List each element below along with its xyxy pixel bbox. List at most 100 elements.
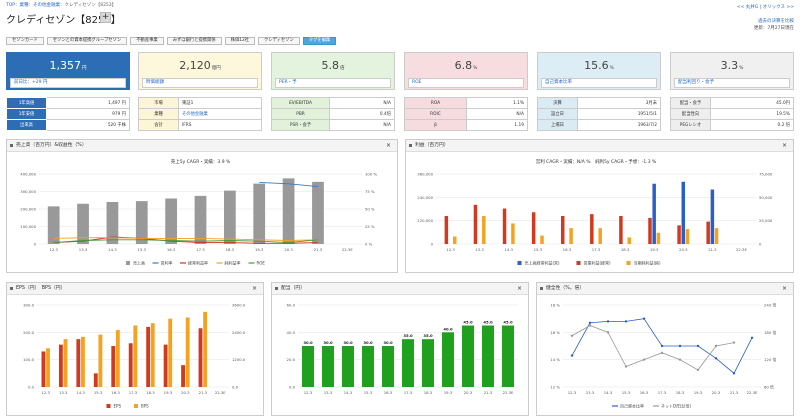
edit-tags-button[interactable]: タグを編集	[302, 37, 337, 45]
x-tick-label: 22.3E	[747, 390, 758, 395]
metrics-table-price: 1年高値 1,497 円 1年安値 979 円 出来高 520 千株	[6, 97, 130, 131]
eps-bar	[198, 328, 203, 387]
breadcrumb-top[interactable]: TOP	[6, 3, 15, 8]
y2-tick-label: 1200.0	[232, 357, 246, 362]
breadcrumb-industry[interactable]: 業種	[20, 3, 29, 8]
roe-unit: %	[473, 66, 478, 71]
x-tick-label: 21.3	[730, 390, 739, 395]
y-tick-label: 0	[431, 242, 434, 247]
x-tick-label: 13.3	[59, 390, 68, 395]
add-watchlist-button[interactable]: +	[100, 12, 111, 23]
x-tick-label: 12.3	[446, 247, 455, 252]
eps-bar	[128, 343, 133, 387]
table-row: EV/EBITDA N/A	[271, 97, 395, 109]
sales-bar	[165, 198, 178, 244]
y2-tick-label: 3600.0	[232, 303, 246, 308]
profit-bar	[502, 208, 507, 244]
table-row: β 1.19	[404, 119, 528, 131]
tag-12[interactable]: 株価12社	[224, 37, 256, 45]
sales-chart: 売上5y CAGR・実績：3.9 % 400,000 300,000 200,000 1…	[20, 158, 377, 266]
price-change: 前日比：+29 円	[10, 78, 126, 88]
profit-bar	[531, 212, 536, 244]
tag-saison-group[interactable]: セゾンとの資本提携グループセゾン	[46, 37, 128, 45]
panel-header: 健全性（%，倍） ×	[537, 283, 793, 295]
profit-bar	[473, 204, 478, 244]
tag-saison-card[interactable]: セゾンカード	[6, 37, 44, 45]
x-tick-label: 22.3E	[215, 390, 226, 395]
roe-label: ROE	[408, 78, 524, 88]
metric-value: N/A	[466, 108, 528, 120]
compare-reports-link[interactable]: 過去の決算を比較	[758, 18, 794, 24]
y-tick-label: 100,000	[20, 224, 36, 229]
prev-next-company-links[interactable]: << 丸井G | オリックス >>	[737, 4, 794, 10]
legend-swatch	[517, 261, 522, 265]
panel-header: 配当（円） ×	[272, 283, 528, 295]
y-tick-label: 300,000	[20, 189, 36, 194]
metrics-table-returns: ROA 1.1% ROIC N/A β 1.19	[404, 97, 528, 131]
series-point	[678, 358, 682, 361]
market-cap-value: 2,120	[179, 59, 211, 72]
series-point	[750, 336, 754, 339]
profit-bar	[627, 237, 632, 244]
eps-bar	[163, 344, 168, 387]
profit-bar	[706, 221, 710, 244]
series-point	[624, 365, 628, 368]
data-label: 30.0	[343, 340, 353, 345]
x-tick-label: 16.3	[111, 390, 120, 395]
x-tick-label: 20.3	[284, 247, 293, 252]
y2-tick-label: 50,000	[759, 195, 773, 200]
metric-value: 520 千株	[46, 119, 130, 131]
x-tick-label: 13.3	[79, 247, 88, 252]
close-icon[interactable]: ×	[386, 140, 391, 151]
legend-swatch	[126, 261, 130, 265]
y-tick-label: 16 %	[550, 330, 560, 335]
series-point	[732, 341, 736, 344]
profit-bar	[444, 216, 449, 244]
dividend-bar	[322, 346, 334, 387]
tag-credit-saison[interactable]: クレディセゾン	[258, 37, 300, 45]
dividend-yield-label: 配当利回り・会予	[674, 78, 790, 88]
y2-tick-label: 180 倍	[764, 330, 776, 335]
metric-label: PSR・会予	[271, 119, 330, 131]
x-tick-label: 12.3	[304, 390, 313, 395]
series-point	[696, 344, 700, 348]
tag-bar: セゾンカード セゾンとの資本提携グループセゾン 不動産事業 みずほ銀行と提携関係…	[6, 37, 337, 45]
eps-bar	[146, 326, 151, 387]
close-icon[interactable]: ×	[782, 283, 787, 294]
health-chart: 18 % 16 % 14 % 12 % 240 倍 180 倍 120 倍 60 倍 12.3 1…	[550, 303, 776, 409]
eps-bar	[76, 339, 81, 387]
metric-label: 出来高	[6, 119, 47, 131]
profit-bar	[652, 183, 656, 244]
metric-label: 市場	[138, 97, 179, 109]
x-tick-label: 18.3	[621, 247, 630, 252]
series-point	[714, 357, 718, 360]
close-icon[interactable]: ×	[782, 140, 787, 151]
close-icon[interactable]: ×	[252, 283, 257, 294]
tag-real-estate[interactable]: 不動産事業	[130, 37, 164, 45]
y-tick-label: 18 %	[550, 303, 560, 308]
series-point	[606, 331, 610, 334]
y-tick-label: 360,000	[417, 172, 433, 177]
metric-label: β	[404, 119, 467, 131]
table-row: PSR・会予 N/A	[271, 119, 395, 131]
series-point	[678, 344, 682, 348]
x-tick-label: 16.3	[384, 390, 393, 395]
industry-link[interactable]: その他金融業	[178, 108, 262, 120]
breadcrumb-sector[interactable]: その他金融業	[33, 3, 60, 8]
y-tick-label: 400,000	[20, 172, 36, 177]
metric-label: 業種	[138, 108, 179, 120]
x-tick-label: 18.3	[676, 390, 685, 395]
bps-bar	[63, 339, 68, 387]
close-icon[interactable]: ×	[517, 283, 522, 294]
y-tick-label: 200,000	[20, 207, 36, 212]
data-label: 30.0	[383, 340, 393, 345]
legend-swatch	[576, 261, 581, 265]
y-tick-label: 60.0	[287, 303, 296, 308]
legend-label: 売上高経常利益(営)	[525, 260, 561, 266]
x-tick-label: 15.3	[94, 390, 103, 395]
profit-bar	[482, 216, 486, 244]
panel-marker-icon	[409, 144, 412, 147]
tag-mizuho[interactable]: みずほ銀行と提携関係	[166, 37, 222, 45]
breadcrumb: TOP：業種：その他金融業：クレディセゾン【8253】	[6, 2, 116, 8]
series-point	[588, 324, 592, 327]
